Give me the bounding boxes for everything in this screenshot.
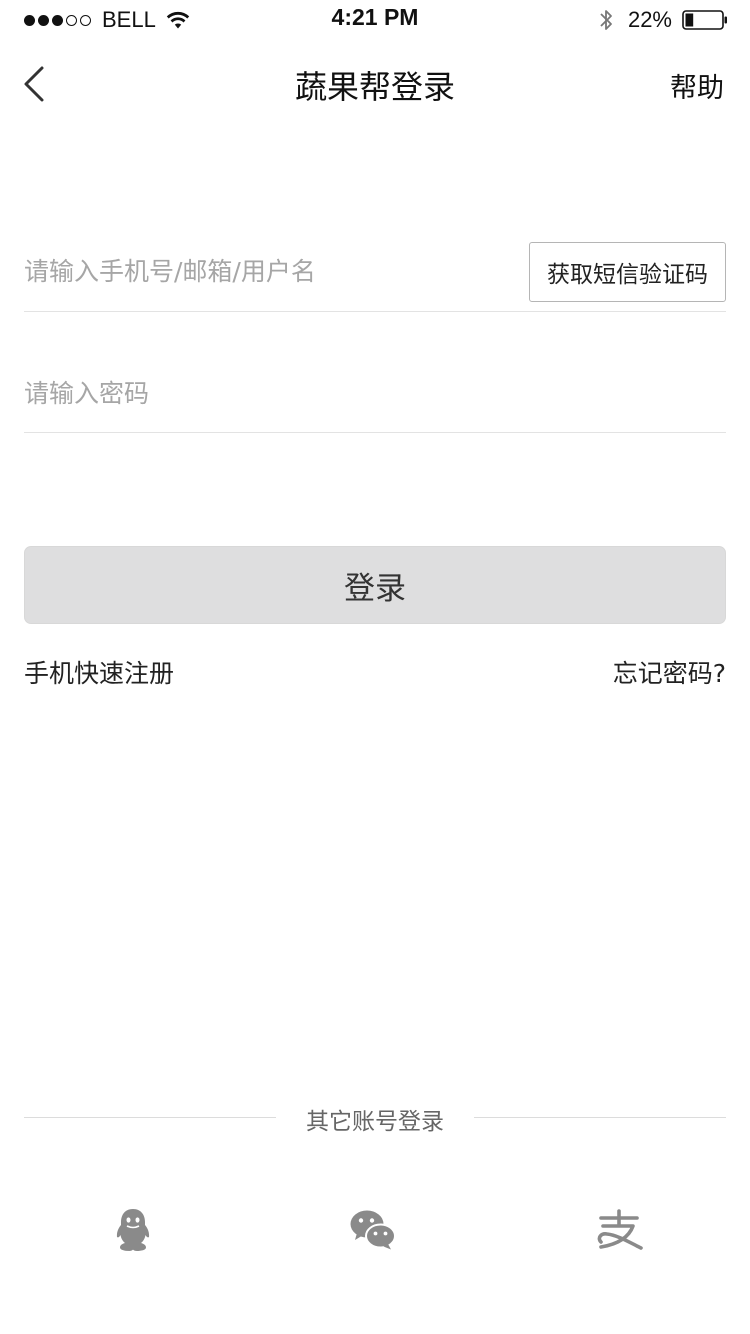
account-field-row: 获取短信验证码: [24, 232, 726, 312]
page-title: 蔬果帮登录: [294, 68, 455, 106]
battery-percent: 22%: [627, 7, 672, 32]
password-input[interactable]: [24, 354, 726, 432]
other-login-divider: 其它账号登录: [24, 1102, 726, 1135]
status-right: 22%: [598, 6, 728, 34]
help-link[interactable]: 帮助: [670, 66, 724, 105]
divider-line-right: [474, 1117, 726, 1118]
get-sms-code-button[interactable]: 获取短信验证码: [529, 242, 726, 302]
quick-register-link[interactable]: 手机快速注册: [24, 654, 174, 690]
wechat-login-button[interactable]: [343, 1200, 403, 1260]
password-field-row: [24, 354, 726, 433]
qq-icon: [116, 1209, 150, 1251]
wechat-icon: [350, 1210, 396, 1250]
battery-icon: [682, 10, 727, 30]
status-bar: BELL 4:21 PM 22%: [0, 0, 750, 40]
other-login-title: 其它账号登录: [306, 1109, 444, 1135]
social-login-row: [0, 1200, 750, 1260]
nav-bar: 蔬果帮登录 帮助: [0, 44, 750, 124]
qq-login-button[interactable]: [103, 1200, 163, 1260]
bluetooth-icon: [600, 10, 612, 30]
alipay-login-button[interactable]: [589, 1200, 649, 1260]
alipay-icon: [597, 1209, 643, 1250]
forgot-password-link[interactable]: 忘记密码?: [613, 654, 726, 690]
login-button[interactable]: 登录: [24, 546, 726, 624]
account-input[interactable]: [24, 232, 514, 311]
